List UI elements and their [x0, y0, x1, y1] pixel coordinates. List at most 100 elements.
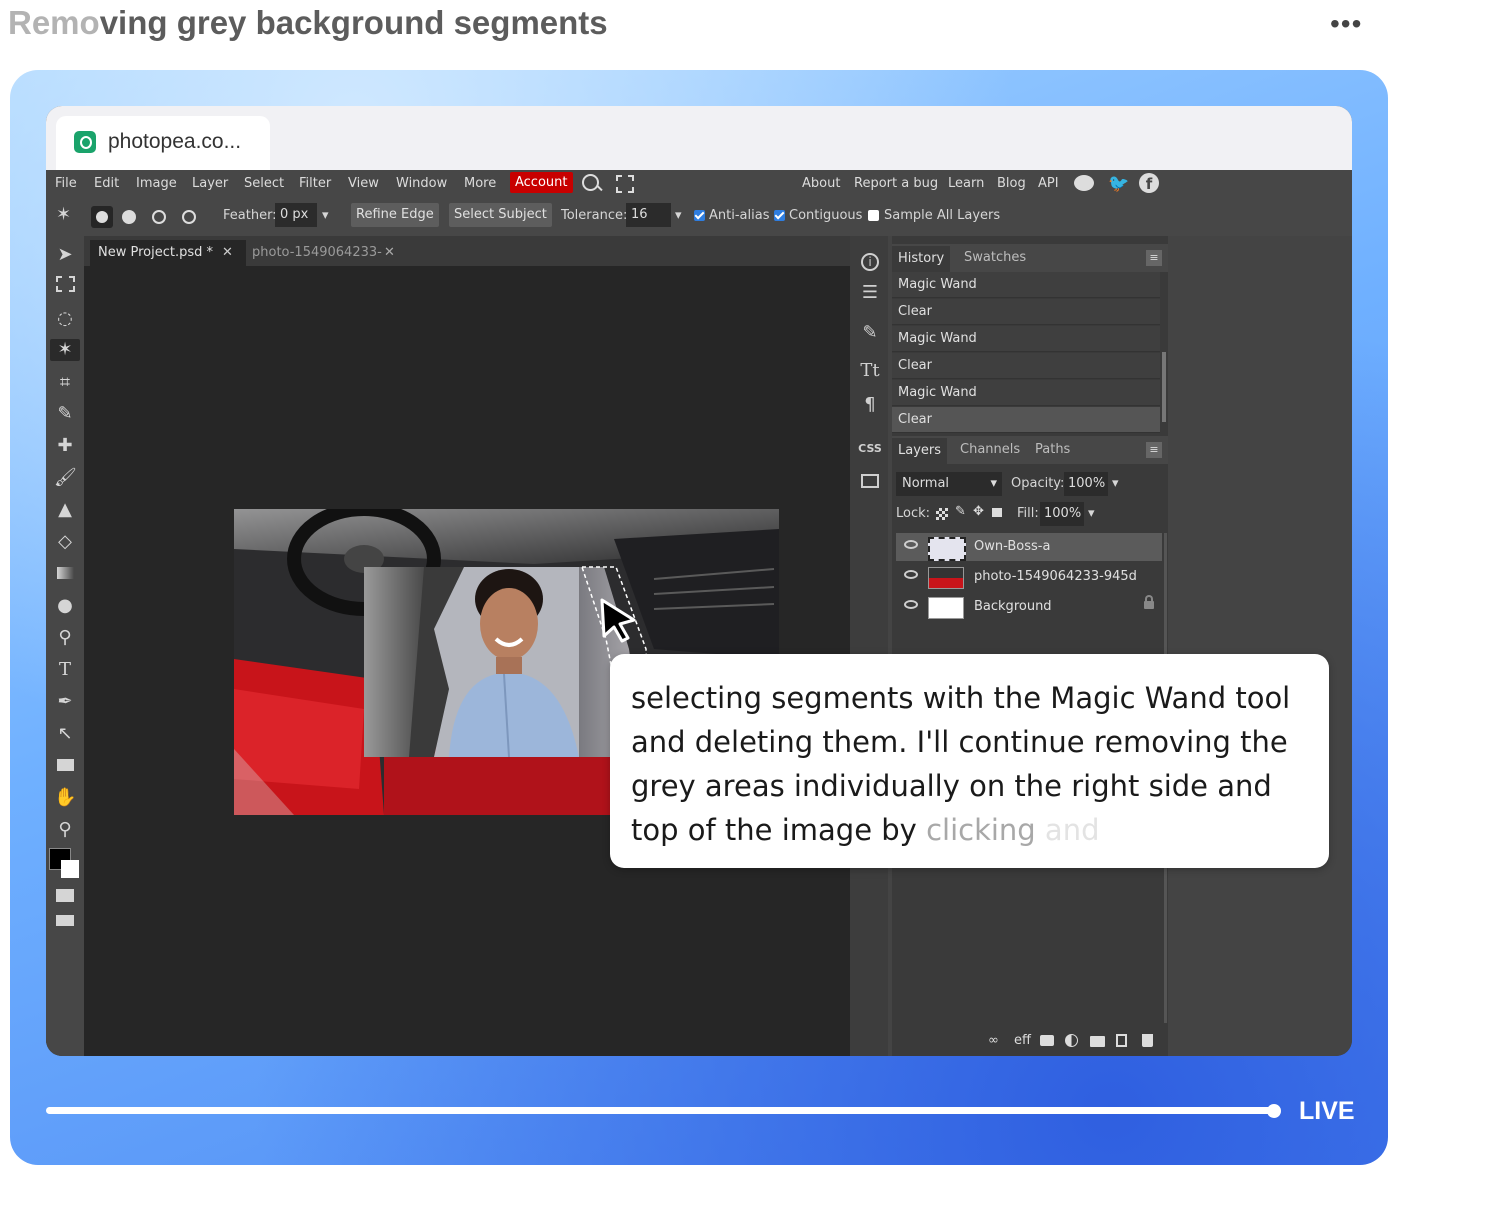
history-item[interactable]: Magic Wand [892, 380, 1160, 406]
facebook-icon[interactable]: f [1139, 173, 1159, 193]
history-scrollbar[interactable] [1162, 352, 1166, 422]
folder-icon[interactable] [1090, 1036, 1105, 1047]
type-tool-icon[interactable]: T [54, 659, 76, 681]
zoom-tool-icon[interactable]: ⚲ [54, 819, 76, 841]
menu-more[interactable]: More [464, 176, 496, 191]
history-item[interactable]: Clear [892, 353, 1160, 379]
opacity-dropdown-icon[interactable]: ▾ [1112, 476, 1119, 491]
playback-progress-handle[interactable] [1267, 1104, 1281, 1118]
tab-history[interactable]: History [892, 246, 951, 272]
trash-icon[interactable] [1142, 1034, 1153, 1047]
tab-swatches[interactable]: Swatches [964, 250, 1026, 265]
adjustment-icon[interactable] [1065, 1034, 1078, 1047]
panel-menu-icon[interactable]: ≡ [1146, 442, 1162, 458]
eye-icon[interactable] [904, 600, 918, 609]
lock-all-icon[interactable] [992, 508, 1002, 517]
paragraph-icon[interactable]: ¶ [858, 394, 882, 415]
reddit-icon[interactable] [1074, 175, 1094, 191]
menu-window[interactable]: Window [396, 176, 447, 191]
menu-select[interactable]: Select [244, 176, 284, 191]
browser-tab[interactable]: photopea.co... [56, 116, 270, 170]
menu-api[interactable]: API [1038, 176, 1059, 191]
fill-input[interactable]: 100% [1040, 502, 1084, 526]
hand-tool-icon[interactable]: ✋ [54, 787, 76, 809]
css-icon[interactable]: CSS [858, 442, 882, 455]
canvas-area[interactable]: New Project.psd * ✕ photo-1549064233- ✕ [84, 236, 850, 1056]
blend-mode-select[interactable]: Normal ▾ [896, 472, 1002, 496]
shape-tool-icon[interactable] [54, 755, 76, 777]
quick-mask-icon[interactable] [54, 886, 76, 908]
menu-learn[interactable]: Learn [948, 176, 984, 191]
layer-row[interactable]: Own-Boss-a [896, 533, 1162, 561]
contiguous-checkbox[interactable] [774, 210, 785, 221]
refine-edge-button[interactable]: Refine Edge [351, 203, 439, 227]
feather-dropdown-icon[interactable]: ▾ [322, 208, 329, 223]
lock-move-icon[interactable]: ✥ [973, 504, 984, 519]
selection-intersect-icon[interactable] [182, 210, 196, 224]
account-button[interactable]: Account [510, 172, 573, 193]
crop-tool-icon[interactable]: ⌗ [54, 372, 76, 394]
dodge-tool-icon[interactable]: ⚲ [54, 627, 76, 649]
playback-progress-bar[interactable] [46, 1107, 1278, 1114]
link-icon[interactable]: ∞ [988, 1033, 999, 1048]
layer-row[interactable]: photo-1549064233-945d [896, 563, 1162, 591]
eye-icon[interactable] [904, 540, 918, 549]
opacity-input[interactable]: 100% [1064, 472, 1108, 496]
selection-subtract-icon[interactable] [152, 210, 166, 224]
doc-tab-photo[interactable]: photo-1549064233- ✕ [244, 240, 412, 266]
adjustments-icon[interactable]: ☰ [858, 282, 882, 303]
history-item-current[interactable]: Clear [892, 407, 1160, 433]
doc-tab-new-project[interactable]: New Project.psd * ✕ [90, 240, 246, 266]
blur-tool-icon[interactable]: ● [54, 595, 76, 617]
search-icon[interactable] [582, 174, 599, 191]
image-icon[interactable] [858, 472, 882, 493]
mask-icon[interactable] [1040, 1035, 1054, 1046]
selection-add-icon[interactable] [122, 210, 136, 224]
new-layer-icon[interactable] [1116, 1034, 1127, 1047]
history-item[interactable]: Magic Wand [892, 326, 1160, 352]
background-color-swatch[interactable] [61, 860, 79, 878]
select-subject-button[interactable]: Select Subject [449, 203, 552, 227]
screen-mode-icon[interactable] [54, 910, 76, 932]
marquee-tool-icon[interactable] [54, 276, 76, 298]
healing-tool-icon[interactable]: ✚ [54, 435, 76, 457]
eye-icon[interactable] [904, 570, 918, 579]
lasso-tool-icon[interactable]: ◌ [54, 308, 76, 330]
menu-filter[interactable]: Filter [299, 176, 331, 191]
brush-tool-icon[interactable]: 🖌 [54, 467, 77, 489]
move-tool-icon[interactable]: ➤ [54, 244, 76, 266]
magic-wand-tool-icon[interactable]: ✶ [50, 339, 80, 361]
stamp-tool-icon[interactable]: ▲ [54, 499, 76, 521]
tab-channels[interactable]: Channels [960, 442, 1020, 457]
fullscreen-icon[interactable] [616, 175, 634, 193]
brush-settings-icon[interactable]: ✎ [858, 322, 882, 343]
character-icon[interactable]: Tt [858, 360, 882, 381]
tab-layers[interactable]: Layers [892, 438, 948, 464]
path-select-tool-icon[interactable]: ↖ [54, 723, 76, 745]
fill-dropdown-icon[interactable]: ▾ [1088, 506, 1095, 521]
close-icon[interactable]: ✕ [384, 240, 395, 266]
layer-row[interactable]: Background [896, 593, 1162, 621]
pen-tool-icon[interactable]: ✒ [54, 691, 76, 713]
history-item[interactable]: Clear [892, 299, 1160, 325]
tab-paths[interactable]: Paths [1035, 442, 1070, 457]
twitter-icon[interactable]: 🐦 [1108, 174, 1129, 194]
info-icon[interactable]: i [858, 250, 882, 271]
lock-transparency-icon[interactable] [936, 508, 948, 520]
lock-paint-icon[interactable]: ✎ [955, 504, 966, 519]
eraser-tool-icon[interactable]: ◇ [54, 531, 76, 553]
panel-menu-icon[interactable]: ≡ [1146, 250, 1162, 266]
sample-all-layers-checkbox[interactable] [868, 210, 879, 221]
tolerance-dropdown-icon[interactable]: ▾ [675, 208, 682, 223]
menu-edit[interactable]: Edit [94, 176, 119, 191]
history-item[interactable]: Magic Wand [892, 272, 1160, 298]
effects-icon[interactable]: eff [1014, 1033, 1031, 1048]
close-icon[interactable]: ✕ [222, 240, 233, 266]
tolerance-input[interactable]: 16 [626, 203, 671, 227]
feather-input[interactable]: 0 px [275, 203, 317, 227]
menu-blog[interactable]: Blog [997, 176, 1026, 191]
menu-layer[interactable]: Layer [192, 176, 228, 191]
menu-view[interactable]: View [348, 176, 379, 191]
menu-report-bug[interactable]: Report a bug [854, 176, 938, 191]
gradient-tool-icon[interactable] [54, 563, 76, 585]
